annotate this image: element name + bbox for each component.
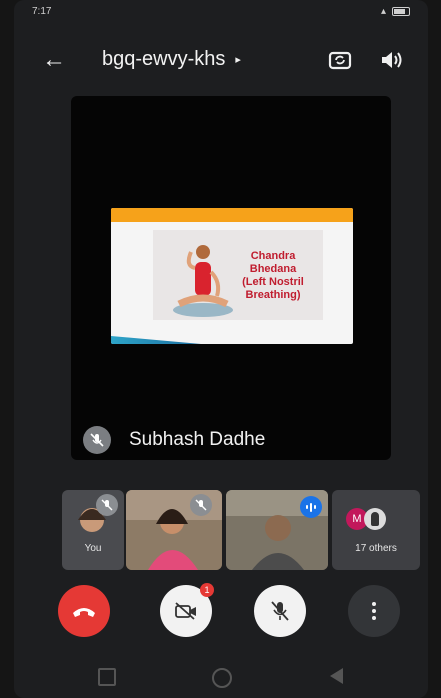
speaker-name: Subhash Dadhe [129, 429, 266, 450]
yoga-figure-illustration [173, 245, 233, 317]
others-count-label: 17 others [355, 543, 397, 554]
camera-switch-icon[interactable] [326, 46, 354, 74]
self-thumbnail[interactable]: You [62, 490, 124, 570]
phone-hangup-icon [73, 608, 95, 617]
mic-off-icon [190, 494, 212, 516]
speaker-icon[interactable] [378, 47, 404, 73]
slide-panel: Chandra Bhedana (Left Nostril Breathing) [153, 230, 323, 320]
slide-header-bar [111, 208, 353, 222]
wifi-icon: ▴ [380, 6, 386, 17]
system-nav-bar [14, 666, 428, 690]
slide-line-2: Bhedana [249, 263, 297, 275]
recents-icon[interactable] [98, 668, 116, 686]
status-icons: ▴ [381, 6, 410, 17]
meeting-code-button[interactable]: bgq-ewvy-khs ▸ [102, 48, 241, 71]
home-icon[interactable] [212, 668, 232, 688]
slide-text: Chandra Bhedana (Left Nostril Breathing) [233, 250, 313, 302]
slide-line-3: (Left Nostril [242, 276, 304, 288]
presentation-slide: Chandra Bhedana (Left Nostril Breathing) [111, 208, 353, 344]
mic-toggle-button[interactable] [254, 585, 306, 637]
speaker-label: Subhash Dadhe [83, 426, 265, 454]
top-bar: ← bgq-ewvy-khs ▸ [14, 42, 428, 82]
others-thumbnail[interactable]: M 17 others [332, 490, 420, 570]
participant-thumbnail-2[interactable] [226, 490, 328, 570]
speaking-indicator-icon [300, 496, 322, 518]
slide-line-1: Chandra [250, 250, 296, 262]
video-toggle-button[interactable]: 1 [160, 583, 214, 637]
battery-icon [392, 7, 410, 16]
mic-off-icon [271, 601, 289, 621]
back-arrow-icon[interactable]: ← [42, 46, 66, 74]
avatar-photo [364, 508, 386, 530]
mic-off-icon [96, 494, 118, 516]
status-time: 7:17 [32, 6, 52, 17]
main-video-tile[interactable]: Chandra Bhedana (Left Nostril Breathing)… [71, 96, 391, 460]
call-controls: 1 [14, 583, 428, 641]
more-options-button[interactable] [348, 585, 400, 637]
caret-right-icon: ▸ [235, 54, 241, 66]
video-off-icon [175, 602, 196, 620]
you-label: You [84, 543, 102, 554]
status-bar: 7:17 ▴ [32, 6, 410, 24]
slide-decor-stripe [111, 336, 201, 344]
more-vertical-icon [372, 602, 376, 620]
slide-line-4: Breathing) [245, 289, 301, 301]
meeting-code: bgq-ewvy-khs [102, 48, 226, 70]
video-badge: 1 [200, 583, 214, 597]
participant-thumbnail-1[interactable] [126, 490, 222, 570]
phone-screen: 7:17 ▴ ← bgq-ewvy-khs ▸ Chandra Bhedana … [14, 0, 428, 698]
end-call-button[interactable] [58, 585, 110, 637]
participant-strip: You M 17 others [62, 490, 422, 570]
mic-off-icon [83, 426, 111, 454]
nav-back-icon[interactable] [330, 668, 343, 684]
